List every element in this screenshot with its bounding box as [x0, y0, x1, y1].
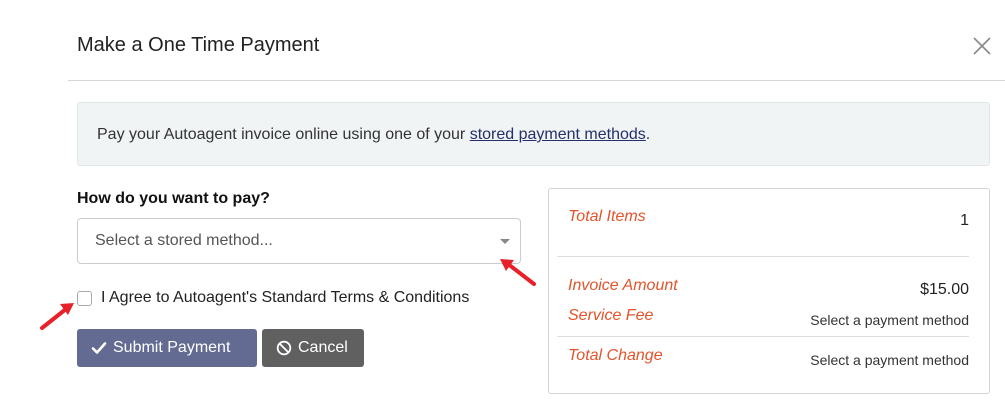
ban-icon [276, 340, 292, 356]
stored-payment-methods-link[interactable]: stored payment methods [470, 126, 646, 143]
payment-summary-card: Total Items 1 Invoice Amount $15.00 Serv… [548, 188, 990, 394]
check-icon [91, 342, 107, 354]
close-button[interactable] [970, 34, 994, 58]
invoice-amount-value: $15.00 [920, 281, 969, 298]
total-items-label: Total Items [568, 208, 646, 225]
info-banner: Pay your Autoagent invoice online using … [77, 102, 990, 166]
banner-text: Pay your Autoagent invoice online using … [97, 126, 470, 143]
submit-payment-button[interactable]: Submit Payment [77, 329, 257, 367]
pay-method-label: How do you want to pay? [77, 190, 270, 207]
cancel-button[interactable]: Cancel [262, 329, 364, 367]
submit-label: Submit Payment [113, 339, 231, 356]
summary-divider [557, 256, 969, 257]
total-change-value: Select a payment method [810, 352, 969, 368]
caret-down-icon [500, 239, 510, 244]
summary-divider [557, 336, 969, 337]
header-divider [68, 80, 1005, 81]
total-items-value: 1 [960, 212, 969, 229]
select-placeholder: Select a stored method... [95, 232, 273, 249]
service-fee-value: Select a payment method [810, 312, 969, 328]
banner-text-end: . [645, 126, 651, 143]
cancel-label: Cancel [298, 339, 348, 356]
terms-agreement-row: I Agree to Autoagent's Standard Terms & … [77, 288, 469, 308]
annotation-arrow-icon [500, 259, 536, 286]
payment-method-select[interactable]: Select a stored method... [77, 218, 521, 264]
terms-label[interactable]: I Agree to Autoagent's Standard Terms & … [101, 289, 469, 307]
modal-title: Make a One Time Payment [77, 34, 320, 56]
total-change-label: Total Change [568, 347, 663, 364]
annotation-arrow-icon [40, 303, 74, 330]
close-icon [973, 37, 991, 55]
terms-checkbox[interactable] [77, 290, 92, 306]
service-fee-label: Service Fee [568, 307, 654, 324]
invoice-amount-label: Invoice Amount [568, 277, 678, 294]
